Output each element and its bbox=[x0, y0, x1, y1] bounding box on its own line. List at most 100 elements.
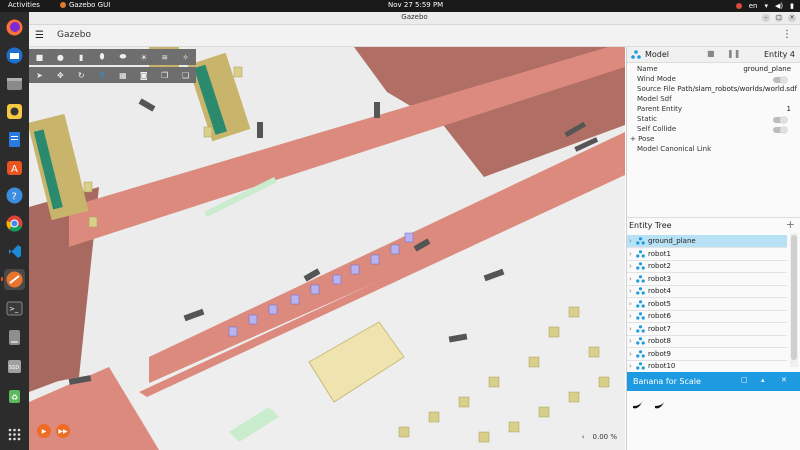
maximize-button[interactable]: □ bbox=[775, 14, 783, 22]
snap-icon[interactable]: ⚲ bbox=[92, 67, 113, 83]
active-app-marker bbox=[1, 277, 3, 281]
translate-icon[interactable]: ✥ bbox=[50, 67, 71, 83]
inspector-row-canonical-link: Model Canonical Link bbox=[637, 145, 712, 153]
cylinder-icon[interactable]: ▮ bbox=[71, 49, 92, 65]
vscode-icon[interactable] bbox=[4, 241, 25, 262]
rtf-chevron-icon[interactable]: ‹ bbox=[582, 433, 585, 441]
paste-icon[interactable]: ❏ bbox=[175, 67, 196, 83]
show-apps-icon[interactable] bbox=[4, 424, 25, 445]
ubuntu-dock: A ? >_ SSD ♻ bbox=[0, 12, 29, 450]
system-tray[interactable]: en ▾ ◀) ▮ bbox=[735, 0, 794, 12]
svg-text:>_: >_ bbox=[9, 305, 19, 313]
entity-tree-item[interactable]: › robot5 bbox=[627, 298, 787, 311]
entity-tree-item[interactable]: › robot4 bbox=[627, 285, 787, 298]
inspector-row-static: Static bbox=[627, 115, 800, 125]
thunderbird-icon[interactable] bbox=[4, 45, 25, 66]
inspector-row-pose[interactable]: + Pose bbox=[627, 135, 800, 145]
inspector-row-self-collide: Self Collide bbox=[627, 125, 800, 135]
files-icon[interactable] bbox=[4, 73, 25, 94]
self-collide-toggle[interactable] bbox=[773, 126, 788, 134]
component-inspector-header: Model ■ ❚❚ Entity 4 bbox=[627, 47, 800, 63]
battery-icon[interactable]: ▮ bbox=[790, 2, 794, 10]
pause-icon[interactable]: ❚❚ bbox=[727, 49, 740, 58]
model-icon bbox=[631, 50, 641, 59]
svg-text:?: ? bbox=[12, 192, 17, 203]
wifi-icon[interactable]: ▾ bbox=[765, 2, 769, 10]
directional-light-icon[interactable]: ≋ bbox=[154, 49, 175, 65]
rtf-indicator: ‹ 0.00 % bbox=[582, 433, 617, 441]
static-toggle[interactable] bbox=[773, 116, 788, 124]
banana-for-scale-header: Banana for Scale □ ▴ ✕ bbox=[627, 372, 800, 391]
collapse-icon[interactable]: ▴ bbox=[761, 376, 765, 384]
camera-icon[interactable]: ◙ bbox=[133, 67, 154, 83]
ssd-disk-icon[interactable]: SSD bbox=[4, 356, 25, 377]
sun-icon[interactable]: ☀ bbox=[133, 49, 154, 65]
scene-3d-view[interactable]: ■ ● ▮ ⬮ ⬬ ☀ ≋ ✧ ➤ ✥ ↻ ⚲ ▦ ◙ ❐ ❏ ▶ ▶▶ ‹ 0… bbox=[29, 47, 625, 450]
step-button[interactable]: ▶▶ bbox=[56, 424, 70, 438]
gazebo-icon[interactable] bbox=[4, 269, 25, 290]
app-menu[interactable]: Gazebo GUI bbox=[60, 1, 110, 9]
banana-icon bbox=[633, 400, 643, 409]
svg-text:♻: ♻ bbox=[11, 393, 18, 402]
capsule-icon[interactable]: ⬮ bbox=[92, 49, 113, 65]
window-titlebar[interactable]: Gazebo – □ × bbox=[29, 12, 800, 25]
inspector-row-model-sdf[interactable]: Model Sdf bbox=[627, 95, 800, 105]
window-title: Gazebo bbox=[401, 13, 428, 21]
box-icon[interactable]: ■ bbox=[29, 49, 50, 65]
disk-icon[interactable] bbox=[4, 327, 25, 348]
play-button[interactable]: ▶ bbox=[37, 424, 51, 438]
help-icon[interactable]: ? bbox=[4, 185, 25, 206]
trash-icon[interactable]: ♻ bbox=[4, 385, 25, 406]
right-panel: Model ■ ❚❚ Entity 4 Name ground_plane Wi… bbox=[626, 47, 800, 450]
sphere-icon[interactable]: ● bbox=[50, 49, 71, 65]
language-indicator[interactable]: en bbox=[749, 2, 758, 10]
entity-tree-scrollbar[interactable] bbox=[790, 233, 798, 367]
activities-button[interactable]: Activities bbox=[8, 1, 40, 9]
rotate-icon[interactable]: ↻ bbox=[71, 67, 92, 83]
rhythmbox-icon[interactable] bbox=[4, 101, 25, 122]
rtf-value: 0.00 % bbox=[592, 433, 617, 441]
close-button[interactable]: × bbox=[788, 14, 796, 22]
entity-id: Entity 4 bbox=[764, 50, 795, 59]
hamburger-menu-icon[interactable]: ☰ bbox=[35, 30, 44, 41]
entity-tree-item[interactable]: › robot8 bbox=[627, 335, 787, 348]
entity-tree-item[interactable]: › robot7 bbox=[627, 323, 787, 336]
clock[interactable]: Nov 27 5:59 PM bbox=[388, 1, 443, 9]
lock-icon[interactable]: ■ bbox=[707, 49, 715, 58]
add-entity-icon[interactable]: + bbox=[786, 218, 795, 231]
scene-render[interactable] bbox=[29, 47, 625, 450]
window-icon[interactable]: □ bbox=[741, 376, 748, 384]
entity-tree-item[interactable]: › ground_plane bbox=[627, 235, 787, 248]
libreoffice-writer-icon[interactable] bbox=[4, 129, 25, 150]
shapes-toolbar: ■ ● ▮ ⬮ ⬬ ☀ ≋ ✧ bbox=[29, 49, 196, 65]
minimize-button[interactable]: – bbox=[762, 14, 770, 22]
wind-mode-toggle[interactable] bbox=[773, 76, 788, 84]
entity-tree-item[interactable]: › robot2 bbox=[627, 260, 787, 273]
terminal-icon[interactable]: >_ bbox=[4, 298, 25, 319]
entity-tree-item[interactable]: › robot1 bbox=[627, 248, 787, 261]
ellipsoid-icon[interactable]: ⬬ bbox=[113, 49, 134, 65]
volume-icon[interactable]: ◀) bbox=[775, 2, 783, 10]
gazebo-window: Gazebo – □ × ☰ Gazebo ⋮ ■ ● ▮ ⬮ ⬬ ☀ ≋ ✧ … bbox=[29, 12, 800, 450]
inspector-title: Model bbox=[645, 50, 670, 59]
entity-tree-item[interactable]: › robot9 bbox=[627, 348, 787, 361]
transform-toolbar: ➤ ✥ ↻ ⚲ ▦ ◙ ❐ ❏ bbox=[29, 67, 196, 83]
banana-icons bbox=[633, 400, 665, 409]
spot-light-icon[interactable]: ✧ bbox=[175, 49, 196, 65]
copy-icon[interactable]: ❐ bbox=[154, 67, 175, 83]
entity-tree-item[interactable]: › robot3 bbox=[627, 273, 787, 286]
system-top-bar: Activities Gazebo GUI Nov 27 5:59 PM en … bbox=[0, 0, 800, 12]
entity-tree-item[interactable]: › robot6 bbox=[627, 310, 787, 323]
banana-for-scale-body bbox=[627, 391, 800, 450]
app-title: Gazebo bbox=[57, 30, 91, 40]
scrollbar-thumb[interactable] bbox=[791, 235, 797, 360]
firefox-icon[interactable] bbox=[4, 17, 25, 38]
select-icon[interactable]: ➤ bbox=[29, 67, 50, 83]
app-store-icon[interactable]: A bbox=[4, 157, 25, 178]
close-icon[interactable]: ✕ bbox=[781, 376, 787, 384]
inspector-row-parent-entity: Parent Entity 1 bbox=[637, 105, 791, 113]
grid-icon[interactable]: ▦ bbox=[113, 67, 134, 83]
more-options-icon[interactable]: ⋮ bbox=[782, 29, 792, 40]
chrome-icon[interactable] bbox=[4, 213, 25, 234]
chrome-tray-icon[interactable] bbox=[735, 3, 742, 9]
